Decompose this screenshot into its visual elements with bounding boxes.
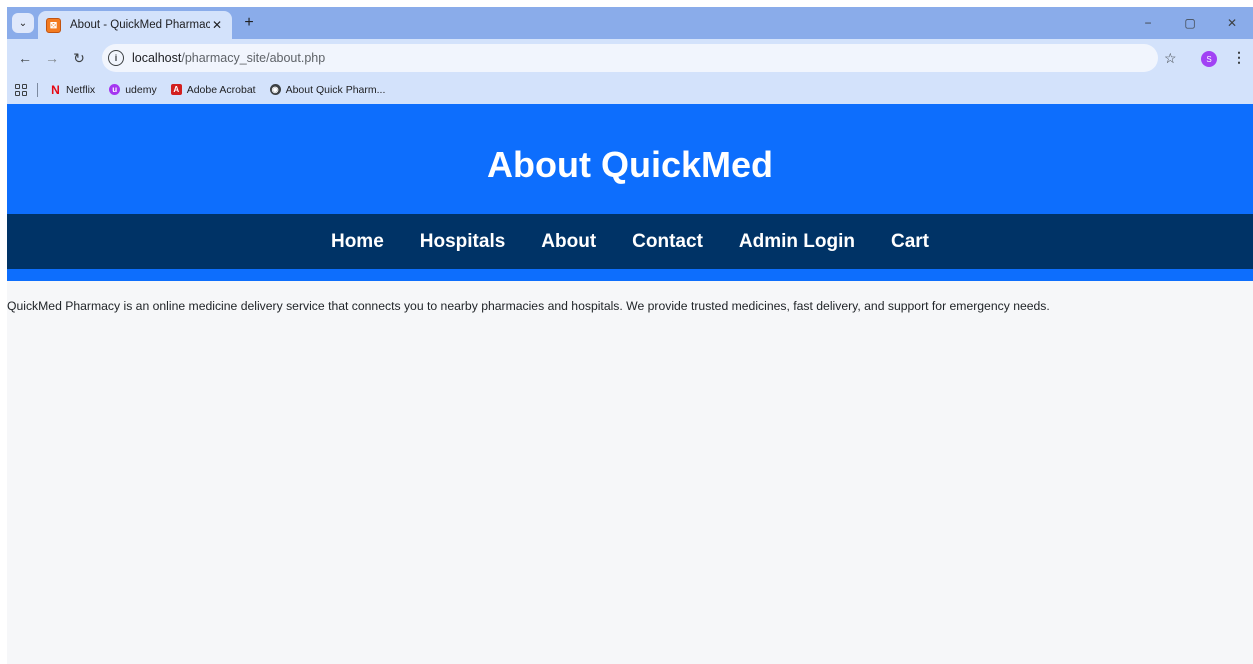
new-tab-plus-icon[interactable]: + [239, 13, 259, 33]
address-bar[interactable]: i localhost/pharmacy_site/about.php [102, 44, 1158, 72]
adobe-acrobat-icon: A [170, 84, 182, 95]
browser-window: ⌄ ⊠ About - QuickMed Pharmacy ✕ + − ▢ ✕ … [7, 7, 1253, 664]
bookmark-star-icon[interactable]: ☆ [1164, 50, 1177, 67]
bookmark-label: About Quick Pharm... [285, 83, 386, 96]
url-path: /pharmacy_site/about.php [181, 51, 326, 65]
bookmark-about-quick-pharm[interactable]: ◉ About Quick Pharm... [269, 83, 386, 96]
minimize-button[interactable]: − [1127, 7, 1169, 39]
reload-icon[interactable]: ↻ [69, 48, 89, 68]
udemy-icon: u [109, 84, 121, 95]
globe-icon: ◉ [269, 84, 281, 95]
restore-button[interactable]: ▢ [1169, 7, 1211, 39]
nav-link-about[interactable]: About [541, 231, 596, 253]
nav-link-home[interactable]: Home [331, 231, 384, 253]
menu-kebab-icon[interactable]: ⋮ [1232, 49, 1246, 66]
tab-close-icon[interactable]: ✕ [210, 18, 224, 32]
about-paragraph: QuickMed Pharmacy is an online medicine … [7, 299, 1050, 313]
page-content: About QuickMed Home Hospitals About Cont… [7, 104, 1253, 664]
xampp-favicon-icon: ⊠ [46, 17, 61, 33]
back-arrow-icon[interactable]: ← [15, 48, 35, 68]
site-info-icon[interactable]: i [108, 50, 124, 66]
bookmark-adobe-acrobat[interactable]: A Adobe Acrobat [170, 83, 256, 96]
nav-link-contact[interactable]: Contact [632, 231, 703, 253]
bookmark-label: udemy [125, 83, 157, 96]
bookmark-netflix[interactable]: N Netflix [50, 82, 96, 97]
site-navbar: Home Hospitals About Contact Admin Login… [7, 214, 1253, 269]
tab-search-chevron-icon[interactable]: ⌄ [12, 13, 34, 33]
tab-about[interactable]: ⊠ About - QuickMed Pharmacy ✕ [38, 11, 232, 39]
page-header: About QuickMed [7, 104, 1253, 214]
forward-arrow-icon[interactable]: → [42, 48, 62, 68]
window-controls: − ▢ ✕ [1127, 7, 1253, 39]
page-title: About QuickMed [487, 144, 773, 185]
bookmarks-bar: N Netflix u udemy A Adobe Acrobat ◉ Abou… [7, 75, 1253, 104]
url-host: localhost [132, 51, 182, 65]
nav-link-hospitals[interactable]: Hospitals [420, 231, 506, 253]
close-window-button[interactable]: ✕ [1211, 7, 1253, 39]
nav-accent-stripe [7, 269, 1253, 281]
bookmarks-separator [37, 82, 38, 97]
apps-grid-icon[interactable] [15, 83, 27, 96]
bookmark-udemy[interactable]: u udemy [109, 84, 157, 96]
nav-link-admin-login[interactable]: Admin Login [739, 231, 855, 253]
netflix-icon: N [51, 82, 60, 97]
bookmark-label: Netflix [66, 83, 96, 96]
nav-link-cart[interactable]: Cart [891, 231, 929, 253]
browser-toolbar: ← → ↻ i localhost/pharmacy_site/about.ph… [7, 39, 1253, 75]
bookmark-label: Adobe Acrobat [186, 83, 256, 96]
tab-title: About - QuickMed Pharmacy [70, 19, 210, 31]
tab-strip: ⌄ ⊠ About - QuickMed Pharmacy ✕ + − ▢ ✕ [7, 7, 1253, 39]
profile-avatar[interactable]: S [1201, 51, 1217, 67]
